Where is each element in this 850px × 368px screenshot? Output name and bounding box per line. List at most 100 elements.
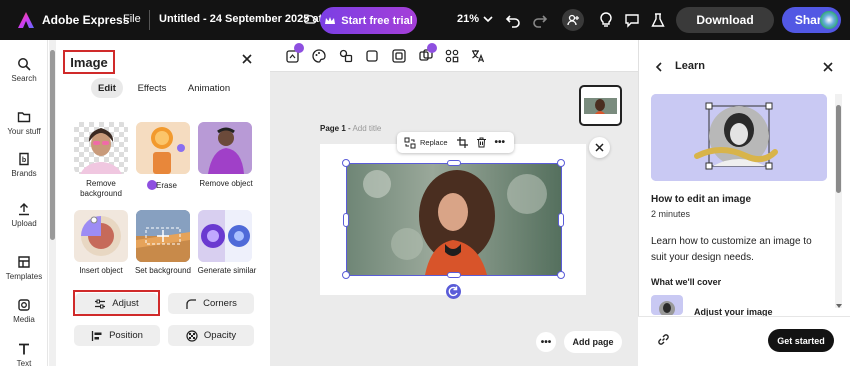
rail-item-upload[interactable]: Upload — [0, 202, 48, 228]
rotate-handle[interactable] — [446, 284, 461, 299]
upload-icon — [19, 203, 29, 216]
chevron-down-icon[interactable] — [482, 11, 494, 27]
comment-icon[interactable] — [622, 10, 642, 30]
rail-item-label: Text — [16, 359, 32, 368]
tab-edit[interactable]: Edit — [91, 78, 123, 98]
corners-button[interactable]: Corners — [168, 293, 254, 314]
redo-icon[interactable] — [530, 10, 550, 30]
palette-icon[interactable] — [311, 48, 327, 64]
shapes-icon[interactable] — [338, 48, 354, 64]
insert-object-tile[interactable] — [74, 210, 128, 262]
invite-user-icon[interactable] — [562, 9, 584, 31]
generate-similar-tile[interactable] — [198, 210, 252, 262]
grid-icon[interactable] — [444, 48, 460, 64]
get-started-button[interactable]: Get started — [768, 329, 834, 352]
app-name: Adobe Express — [42, 13, 130, 27]
rail-item-label: Brands — [11, 169, 37, 178]
panel-title: Image — [63, 50, 115, 74]
close-icon[interactable] — [240, 52, 254, 66]
resize-handle[interactable] — [343, 213, 349, 227]
rail-item-media[interactable]: Media — [0, 298, 48, 324]
start-free-trial-button[interactable]: Start free trial — [320, 7, 417, 34]
learn-card-title: How to edit an image — [651, 194, 752, 205]
page-title-input[interactable]: Add title — [352, 124, 381, 133]
rail-item-search[interactable]: Search — [0, 57, 48, 83]
cover-item-thumbnail — [651, 295, 683, 315]
rail-item-text[interactable]: Text — [0, 342, 48, 368]
resize-handle[interactable] — [342, 271, 350, 279]
user-avatar[interactable] — [820, 11, 838, 29]
adjust-highlight-box — [73, 290, 160, 316]
back-chevron-icon[interactable] — [653, 61, 665, 73]
rail-item-templates[interactable]: Templates — [0, 255, 48, 281]
frame-icon[interactable] — [391, 48, 407, 64]
more-options-icon[interactable]: ••• — [495, 137, 506, 148]
trash-icon[interactable] — [476, 137, 487, 148]
learn-description: Learn how to customize an image to suit … — [651, 236, 812, 263]
insert-object-label: Insert object — [79, 266, 123, 275]
tab-effects[interactable]: Effects — [134, 78, 170, 98]
generate-similar-label: Generate similar — [197, 266, 257, 275]
resize-handle[interactable] — [342, 159, 350, 167]
tab-animation[interactable]: Animation — [185, 78, 233, 98]
crop-icon[interactable] — [456, 137, 468, 148]
resize-handle[interactable] — [447, 160, 461, 166]
rail-item-brands[interactable]: b Brands — [0, 152, 48, 178]
close-icon — [595, 143, 604, 152]
link-icon[interactable] — [657, 333, 670, 346]
rail-item-label: Upload — [11, 219, 37, 228]
labs-flask-icon[interactable] — [648, 10, 668, 30]
rail-item-your-stuff[interactable]: Your stuff — [0, 110, 48, 136]
download-button[interactable]: Download — [676, 7, 774, 33]
align-icon — [91, 330, 102, 341]
resize-handle[interactable] — [557, 271, 565, 279]
crown-icon — [325, 16, 336, 24]
erase-tile[interactable] — [136, 122, 190, 174]
premium-crown-icon — [427, 43, 437, 53]
learn-scrollbar-thumb[interactable] — [836, 105, 841, 193]
search-icon — [18, 58, 31, 71]
remove-object-tile[interactable] — [198, 122, 252, 174]
brand-icon: b — [19, 152, 29, 166]
resize-handle[interactable] — [558, 213, 564, 227]
rail-item-label: Templates — [5, 272, 43, 281]
cloud-sync-icon[interactable] — [303, 12, 317, 26]
add-page-button[interactable]: Add page — [564, 331, 622, 353]
remove-background-label: Remove background — [80, 179, 122, 198]
page-label: Page 1 - Add title — [320, 124, 382, 133]
crop-shape-icon[interactable] — [364, 48, 380, 64]
remove-background-tile[interactable] — [74, 122, 128, 174]
file-menu[interactable]: File — [123, 13, 141, 25]
close-icon[interactable] — [822, 61, 834, 73]
selection-frame — [346, 163, 562, 276]
erase-label: Erase — [156, 181, 177, 190]
page-more-button[interactable]: ••• — [536, 332, 556, 352]
resize-handle[interactable] — [447, 272, 461, 278]
resize-handle[interactable] — [557, 159, 565, 167]
media-icon — [18, 299, 30, 311]
opacity-icon — [186, 329, 198, 342]
page-thumbnail[interactable] — [579, 85, 622, 126]
context-toolbar: Replace ••• — [397, 132, 514, 153]
text-icon — [19, 343, 29, 355]
left-rail: Search Your stuff b Brands Upload Templa… — [0, 40, 48, 368]
templates-icon — [18, 256, 30, 268]
page-number: Page 1 — [320, 124, 346, 133]
scroll-down-icon[interactable] — [835, 303, 843, 309]
zoom-level[interactable]: 21% — [457, 13, 479, 25]
translate-icon[interactable] — [470, 48, 486, 64]
replace-button[interactable]: Replace — [420, 138, 448, 147]
undo-icon[interactable] — [503, 10, 523, 30]
opacity-button[interactable]: Opacity — [168, 325, 254, 346]
premium-crown-icon — [294, 43, 304, 53]
rail-scrollbar-thumb[interactable] — [50, 50, 55, 240]
lightbulb-icon[interactable] — [596, 10, 616, 30]
learn-cover-heading: What we'll cover — [651, 277, 722, 287]
top-bar: Adobe Express File Untitled - 24 Septemb… — [0, 0, 850, 40]
close-thumbnail-button[interactable] — [589, 137, 610, 158]
divider — [149, 10, 150, 30]
adobe-express-logo[interactable] — [16, 10, 36, 30]
set-background-tile[interactable] — [136, 210, 190, 262]
position-label: Position — [109, 330, 143, 341]
position-button[interactable]: Position — [74, 325, 160, 346]
